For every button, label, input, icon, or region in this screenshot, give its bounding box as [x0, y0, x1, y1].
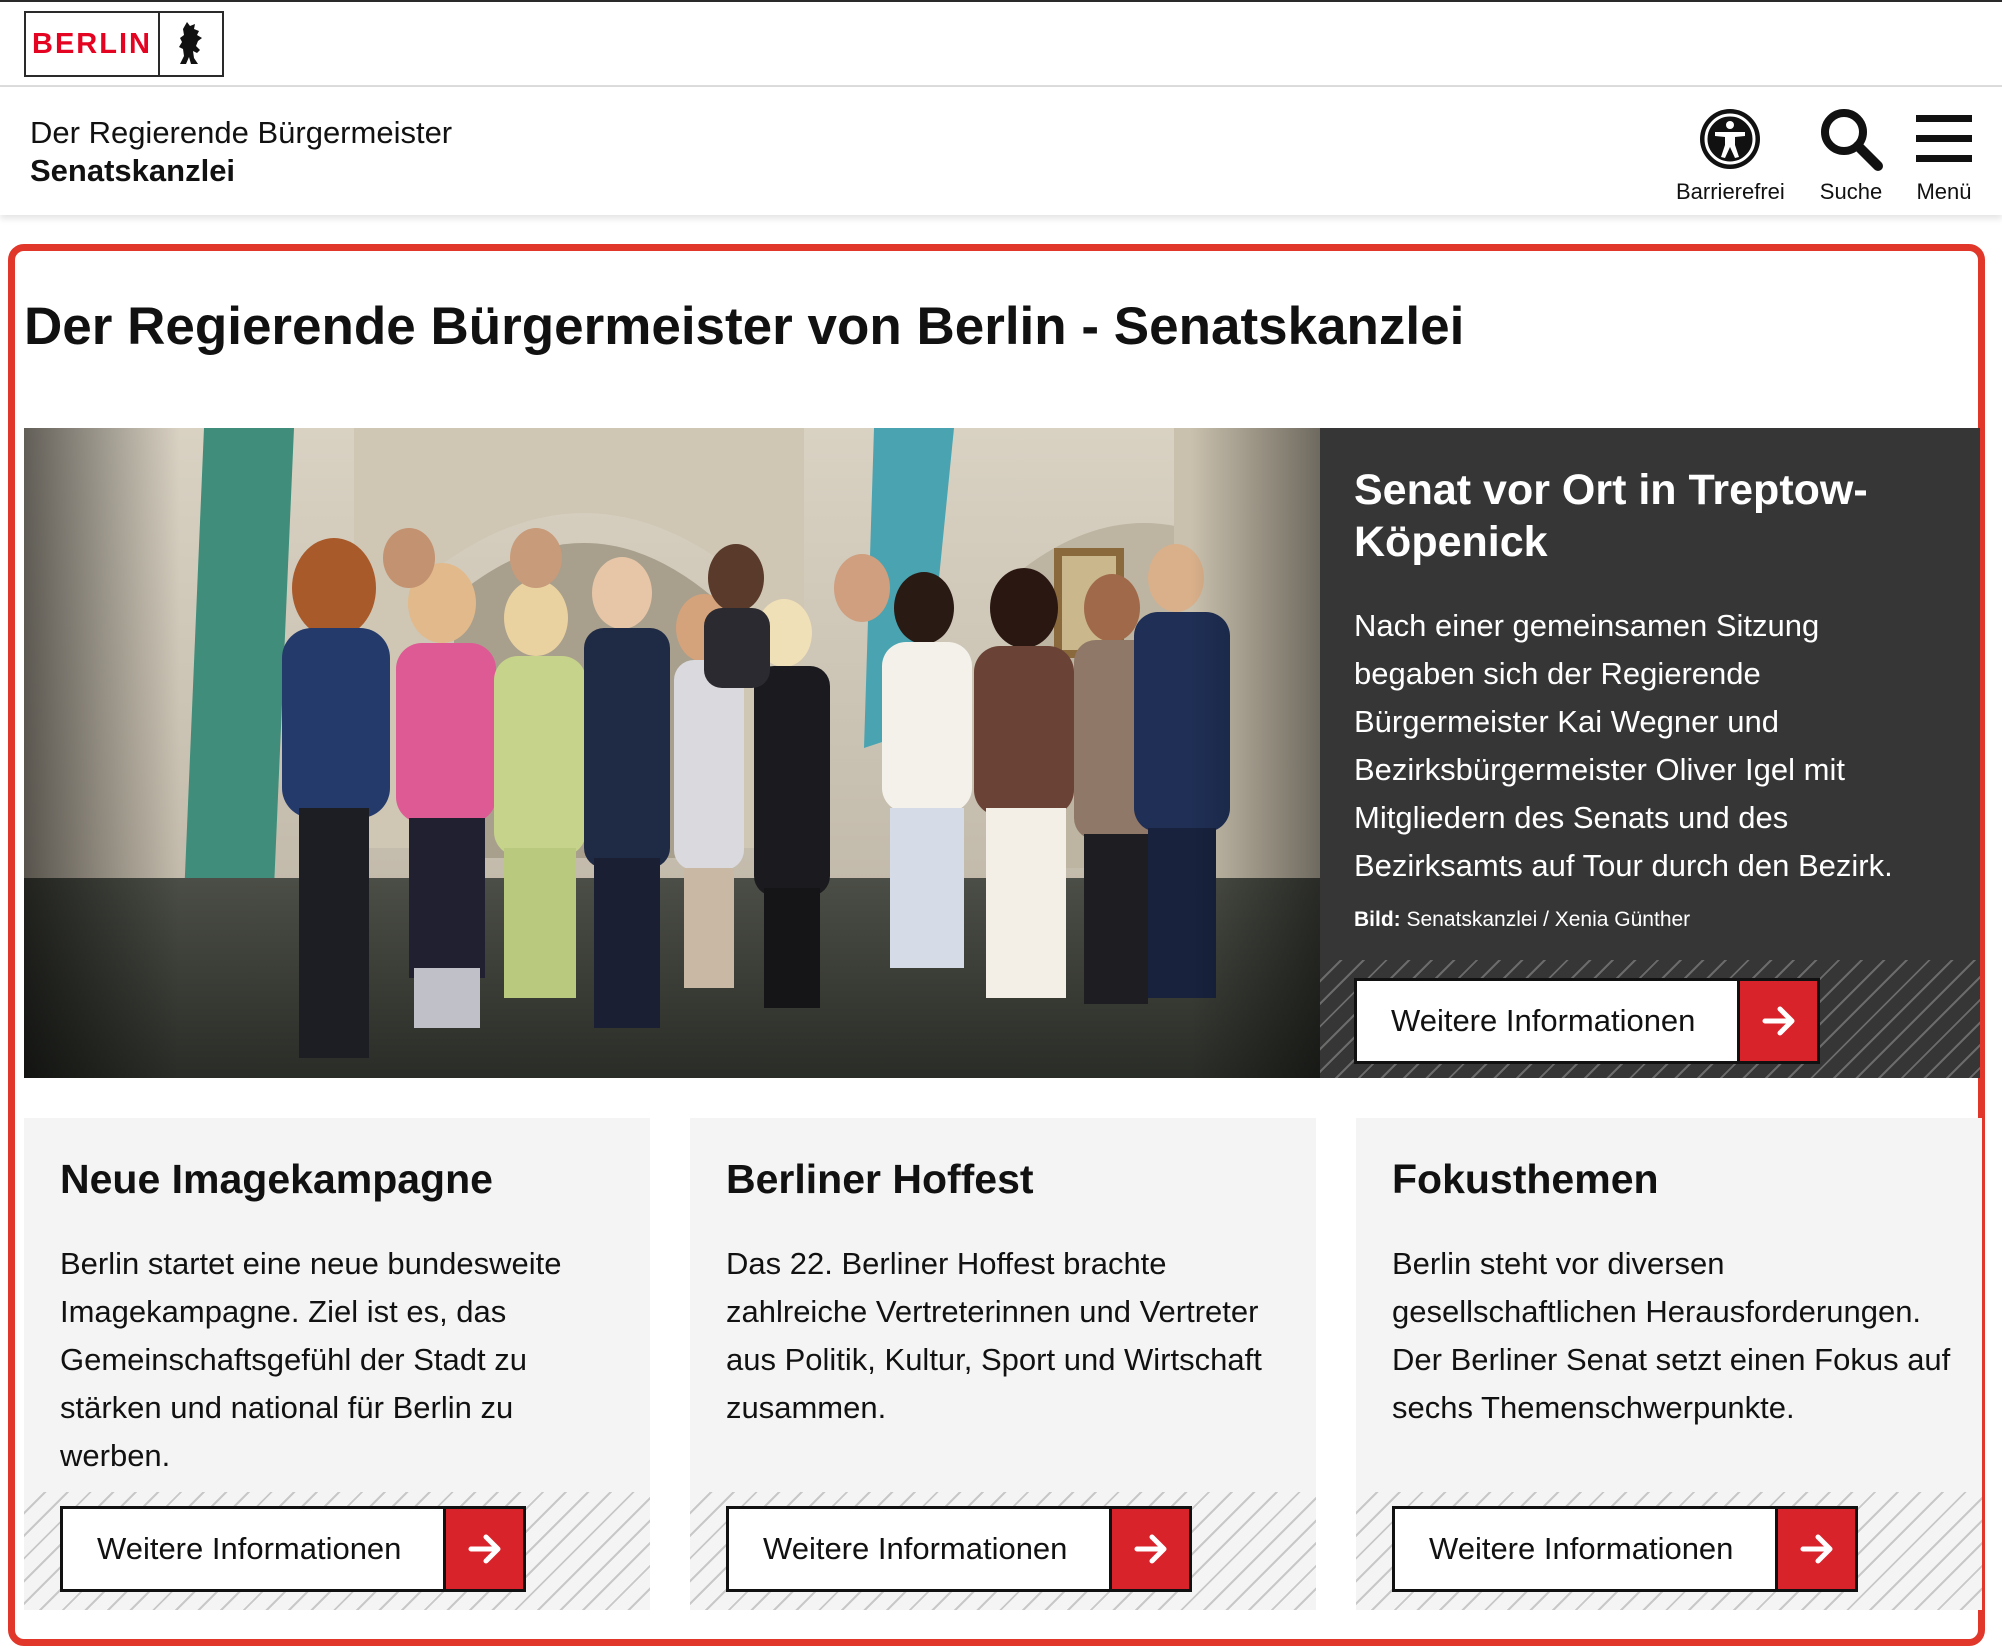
group-photo — [24, 428, 1320, 1078]
logo-bar: BERLIN — [0, 2, 2002, 87]
hero-more-info-button[interactable]: Weitere Informationen — [1354, 978, 1820, 1064]
card-more-info-button[interactable]: Weitere Informationen — [60, 1506, 526, 1592]
arrow-right-icon — [1109, 1509, 1189, 1589]
card-fokusthemen: Fokusthemen Berlin steht vor diversen ge… — [1356, 1118, 1982, 1610]
menu-icon — [1914, 103, 1974, 175]
card-more-info-label: Weitere Informationen — [1429, 1531, 1734, 1566]
logo-text: BERLIN — [32, 27, 152, 60]
card-button-zone: Weitere Informationen — [1356, 1492, 1982, 1610]
accessibility-icon — [1698, 103, 1762, 175]
arrow-right-icon — [443, 1509, 523, 1589]
card-title[interactable]: Berliner Hoffest — [726, 1154, 1034, 1204]
card-more-info-button[interactable]: Weitere Informationen — [1392, 1506, 1858, 1592]
hero-text: Nach einer gemeinsamen Sitzung begaben s… — [1354, 608, 1893, 883]
card-title[interactable]: Fokusthemen — [1392, 1154, 1659, 1204]
image-credit-label: Bild: — [1354, 908, 1401, 931]
search-button[interactable]: Suche — [1818, 103, 1884, 205]
menu-button[interactable]: Menü — [1914, 103, 1974, 205]
arrow-right-icon — [1775, 1509, 1855, 1589]
card-hoffest: Berliner Hoffest Das 22. Berliner Hoffes… — [690, 1118, 1316, 1610]
search-icon — [1818, 103, 1884, 175]
menu-label: Menü — [1916, 179, 1972, 204]
berlin-logo[interactable]: BERLIN — [24, 11, 224, 77]
hero-heading[interactable]: Senat vor Ort in Treptow-Köpenick — [1354, 464, 1934, 568]
image-credit-value: Senatskanzlei / Xenia Günther — [1400, 908, 1691, 931]
hero-teaser: Senat vor Ort in Treptow-Köpenick Nach e… — [24, 428, 1980, 1078]
card-text: Das 22. Berliner Hoffest brachte zahlrei… — [726, 1246, 1262, 1425]
header-title[interactable]: Der Regierende Bürgermeister — [30, 113, 452, 153]
card-imagekampagne: Neue Imagekampagne Berlin startet eine n… — [24, 1118, 650, 1610]
hero-text-panel: Senat vor Ort in Treptow-Köpenick Nach e… — [1320, 428, 1980, 1078]
card-text: Berlin startet eine neue bundesweite Ima… — [60, 1246, 562, 1473]
card-button-zone: Weitere Informationen — [24, 1492, 650, 1610]
page-title: Der Regierende Bürgermeister von Berlin … — [24, 297, 1465, 356]
arrow-right-icon — [1737, 981, 1817, 1061]
hero-button-zone: Weitere Informationen — [1320, 960, 1980, 1078]
accessibility-button[interactable]: Barrierefrei — [1676, 103, 1785, 205]
header-subtitle[interactable]: Senatskanzlei — [30, 151, 235, 191]
card-more-info-button[interactable]: Weitere Informationen — [726, 1506, 1192, 1592]
card-button-zone: Weitere Informationen — [690, 1492, 1316, 1610]
card-more-info-label: Weitere Informationen — [97, 1531, 402, 1566]
accessibility-label: Barrierefrei — [1676, 179, 1785, 204]
card-title[interactable]: Neue Imagekampagne — [60, 1154, 493, 1204]
card-more-info-label: Weitere Informationen — [763, 1531, 1068, 1566]
image-credit: Bild: Senatskanzlei / Xenia Günther — [1354, 908, 1690, 932]
berlin-bear-icon — [158, 13, 222, 75]
hero-more-info-label: Weitere Informationen — [1391, 1003, 1696, 1038]
card-text: Berlin steht vor diversen gesellschaftli… — [1392, 1246, 1951, 1425]
search-label: Suche — [1819, 179, 1883, 204]
site-header: Der Regierende Bürgermeister Senatskanzl… — [0, 87, 2002, 215]
hero-image[interactable] — [24, 428, 1320, 1078]
